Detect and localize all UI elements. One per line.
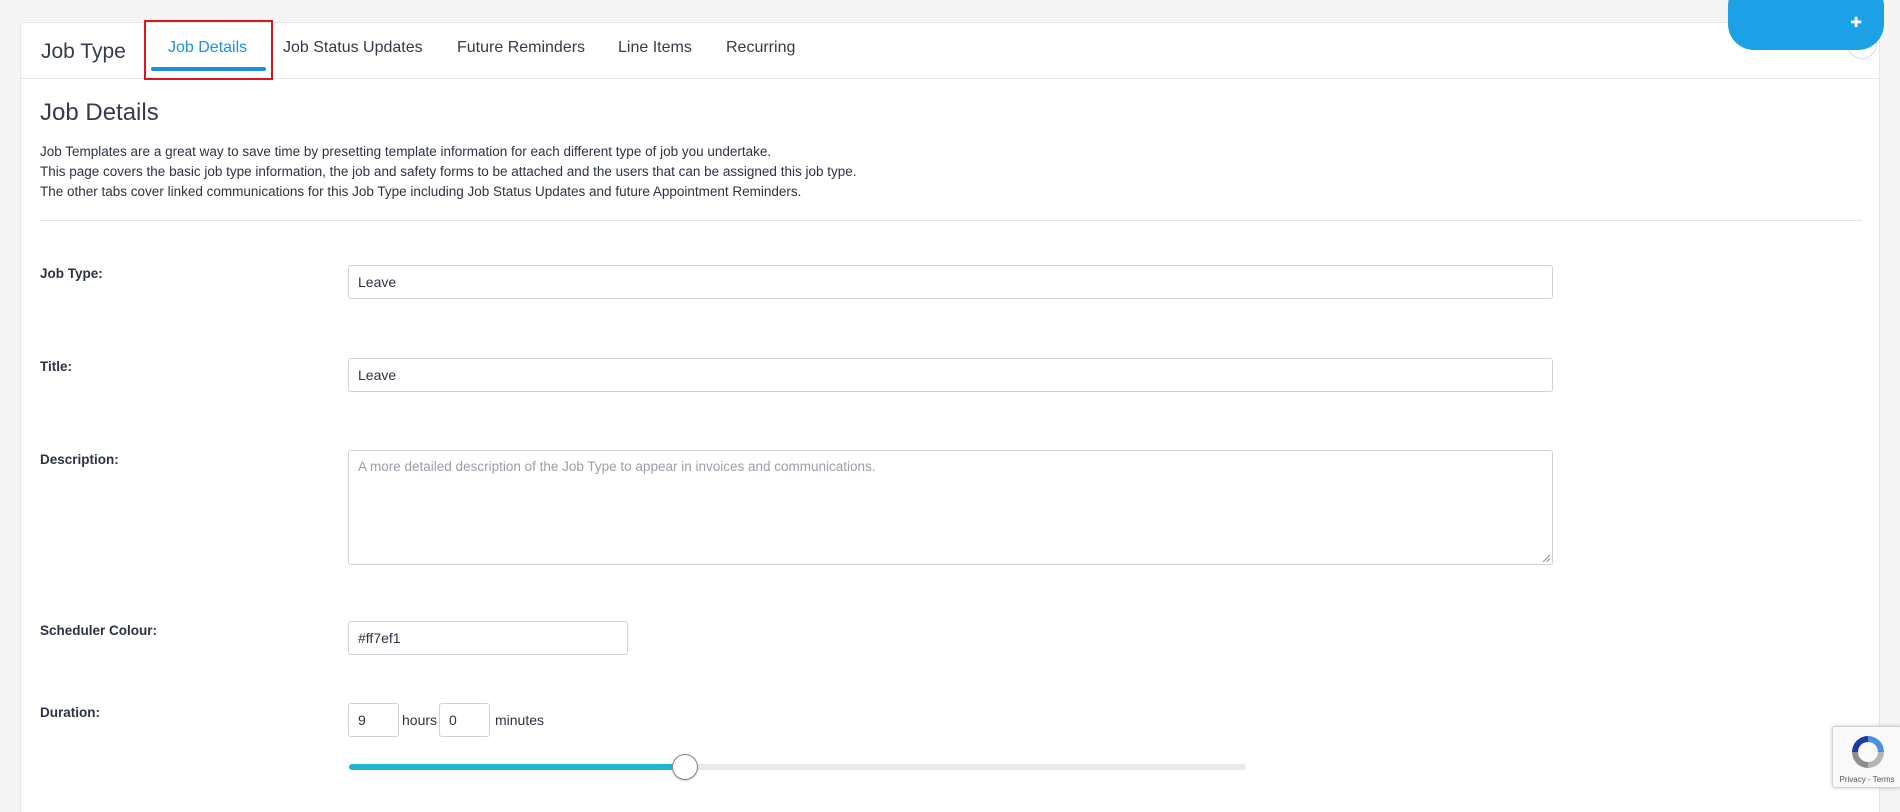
description-label: Description: [40, 452, 119, 467]
tab-job-status-updates[interactable]: Job Status Updates [283, 39, 423, 57]
duration-label: Duration: [40, 705, 100, 720]
intro-line: The other tabs cover linked communicatio… [40, 184, 802, 199]
intro-line: This page covers the basic job type info… [40, 164, 857, 179]
intro-line: Job Templates are a great way to save ti… [40, 144, 772, 159]
job-type-card: Job Type Job Details Job Status Updates … [20, 20, 1880, 812]
title-input[interactable]: Leave [348, 358, 1553, 392]
tab-recurring[interactable]: Recurring [726, 39, 795, 57]
resize-grip-icon[interactable] [1542, 554, 1551, 563]
hours-unit-label: hours [402, 712, 438, 728]
page-title: Job Type [41, 40, 126, 63]
scheduler-colour-label: Scheduler Colour: [40, 623, 158, 638]
description-placeholder: A more detailed description of the Job T… [358, 459, 876, 474]
job-type-input[interactable]: Leave [348, 265, 1553, 299]
job-type-label: Job Type: [40, 266, 103, 281]
recaptcha-badge[interactable]: Privacy - Terms [1832, 726, 1900, 788]
description-textarea[interactable]: A more detailed description of the Job T… [348, 450, 1553, 565]
minutes-unit-label: minutes [495, 712, 545, 728]
recaptcha-privacy-terms[interactable]: Privacy - Terms [1833, 775, 1900, 784]
duration-minutes-input[interactable]: 0 [439, 703, 490, 737]
section-title: Job Details [40, 99, 159, 126]
scheduler-colour-input[interactable]: #ff7ef1 [348, 621, 628, 655]
title-label: Title: [40, 359, 73, 374]
divider [40, 220, 1862, 221]
recaptcha-icon [1852, 736, 1884, 768]
pin-icon: ✚ [1850, 14, 1862, 30]
duration-slider[interactable] [349, 754, 1246, 780]
intro-text: Job Templates are a great way to save ti… [40, 142, 857, 202]
tab-bar: Job Type Job Details Job Status Updates … [21, 20, 1879, 80]
tab-line-items[interactable]: Line Items [618, 39, 692, 57]
tab-future-reminders[interactable]: Future Reminders [457, 39, 585, 57]
duration-slider-handle[interactable] [672, 754, 699, 780]
active-tab-underline [151, 67, 266, 71]
duration-hours-input[interactable]: 9 [348, 703, 399, 737]
top-action-button[interactable]: ✚ [1728, 0, 1884, 50]
duration-slider-fill [349, 764, 686, 770]
tab-job-details[interactable]: Job Details [168, 39, 247, 57]
